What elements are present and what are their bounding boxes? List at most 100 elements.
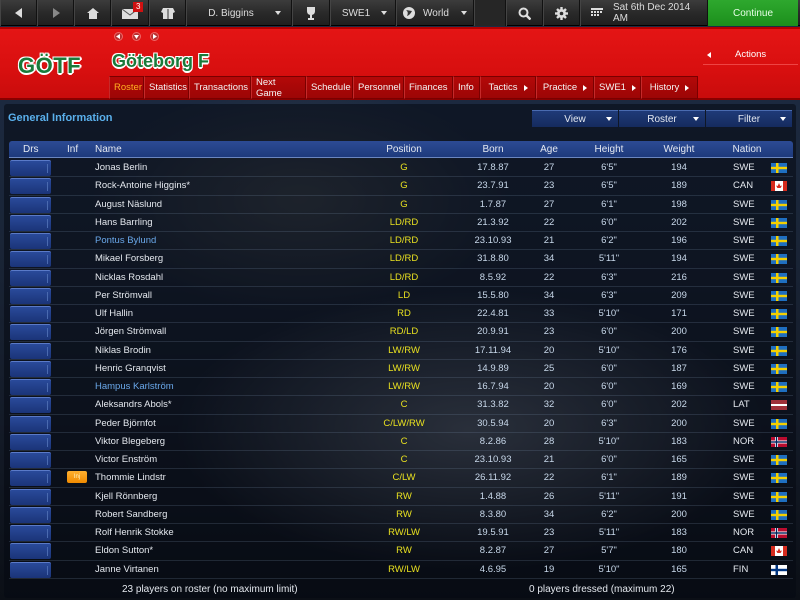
player-name[interactable]: Mikael Forsberg xyxy=(95,253,163,264)
tab-personnel[interactable]: Personnel xyxy=(353,76,404,99)
table-row[interactable]: Eldon Sutton* RW 8.2.87 27 5'7" 180 CAN xyxy=(9,542,793,561)
player-name[interactable]: Aleksandrs Abols* xyxy=(95,399,172,410)
roster-dropdown[interactable]: Roster xyxy=(619,110,705,127)
table-row[interactable]: Mikael Forsberg LD/RD 31.8.80 34 5'11" 1… xyxy=(9,250,793,269)
table-row[interactable]: Hampus Karlström LW/RW 16.7.94 20 6'0" 1… xyxy=(9,378,793,397)
actions-menu-button[interactable]: Actions xyxy=(703,45,798,65)
table-row[interactable]: Ulf Hallin RD 22.4.81 33 5'10" 171 SWE xyxy=(9,305,793,324)
dress-toggle-button[interactable] xyxy=(10,196,51,213)
column-header-position[interactable]: Position xyxy=(379,144,429,155)
dress-toggle-button[interactable] xyxy=(10,251,51,268)
tab-info[interactable]: Info xyxy=(453,76,480,99)
player-name[interactable]: Eldon Sutton* xyxy=(95,545,153,556)
player-name[interactable]: Hans Barrling xyxy=(95,217,153,228)
league-dropdown[interactable]: SWE1 xyxy=(330,0,396,26)
dress-toggle-button[interactable] xyxy=(10,324,51,341)
table-row[interactable]: Nicklas Rosdahl LD/RD 8.5.92 22 6'3" 216… xyxy=(9,269,793,287)
player-name[interactable]: Ulf Hallin xyxy=(95,308,133,319)
squad-button[interactable] xyxy=(149,0,186,26)
player-name[interactable]: Rock-Antoine Higgins* xyxy=(95,180,190,191)
table-row[interactable]: Victor Enström C 23.10.93 21 6'0" 165 SW… xyxy=(9,451,793,470)
dress-toggle-button[interactable] xyxy=(10,452,51,468)
settings-button[interactable] xyxy=(543,0,580,26)
home-button[interactable] xyxy=(74,0,111,26)
calendar-button[interactable]: Sat 6th Dec 2014 AM xyxy=(580,0,708,26)
player-name[interactable]: Janne Virtanen xyxy=(95,564,159,575)
player-name[interactable]: Henric Granqvist xyxy=(95,363,166,374)
dress-toggle-button[interactable] xyxy=(10,214,51,231)
dress-toggle-button[interactable] xyxy=(10,160,51,176)
tab-roster[interactable]: Roster xyxy=(109,76,144,99)
dress-toggle-button[interactable] xyxy=(10,543,51,560)
player-name[interactable]: Jonas Berlin xyxy=(95,162,147,173)
table-row[interactable]: Robert Sandberg RW 8.3.80 34 6'2" 200 SW… xyxy=(9,506,793,524)
dress-toggle-button[interactable] xyxy=(10,415,51,432)
column-header-age[interactable]: Age xyxy=(534,144,564,155)
table-row[interactable]: Viktor Blegeberg C 8.2.86 28 5'10" 183 N… xyxy=(9,433,793,451)
tab-history[interactable]: History xyxy=(641,76,698,99)
continue-button[interactable]: Continue xyxy=(708,0,798,26)
dress-toggle-button[interactable] xyxy=(10,360,51,377)
tab-schedule[interactable]: Schedule xyxy=(306,76,353,99)
player-name[interactable]: Robert Sandberg xyxy=(95,509,167,520)
player-name[interactable]: Rolf Henrik Stokke xyxy=(95,527,174,538)
dress-toggle-button[interactable] xyxy=(10,561,51,578)
dress-toggle-button[interactable] xyxy=(10,269,51,286)
inbox-button[interactable]: 3 xyxy=(111,0,149,26)
dress-toggle-button[interactable] xyxy=(10,233,51,249)
history-menu-button[interactable] xyxy=(132,32,141,41)
column-header-name[interactable]: Name xyxy=(95,144,122,155)
player-name[interactable]: Niklas Brodin xyxy=(95,345,151,356)
dress-toggle-button[interactable] xyxy=(10,342,51,359)
tab-statistics[interactable]: Statistics xyxy=(144,76,189,99)
tab-tactics[interactable]: Tactics xyxy=(480,76,536,99)
manager-dropdown[interactable]: D. Biggins xyxy=(186,0,292,26)
forward-button[interactable] xyxy=(37,0,74,26)
search-button[interactable] xyxy=(506,0,543,26)
dress-toggle-button[interactable] xyxy=(10,397,51,414)
player-name[interactable]: Kjell Rönnberg xyxy=(95,491,157,502)
table-row[interactable]: Rock-Antoine Higgins* G 23.7.91 23 6'5" … xyxy=(9,177,793,196)
view-dropdown[interactable]: View xyxy=(532,110,618,127)
competitions-button[interactable] xyxy=(292,0,330,26)
tab-practice[interactable]: Practice xyxy=(536,76,594,99)
table-row[interactable]: Per Strömvall LD 15.5.80 34 6'3" 209 SWE xyxy=(9,287,793,305)
player-name[interactable]: Hampus Karlström xyxy=(95,381,174,392)
table-row[interactable]: Peder Björnfot C/LW/RW 30.5.94 20 6'3" 2… xyxy=(9,415,793,433)
table-row[interactable]: Thommie Lindstr C/LW 26.11.92 22 6'1" 18… xyxy=(9,469,793,488)
tab-next-game[interactable]: Next Game xyxy=(251,76,306,99)
world-dropdown[interactable]: World xyxy=(396,0,474,26)
column-header-nation[interactable]: Nation xyxy=(722,144,772,155)
dress-toggle-button[interactable] xyxy=(10,178,51,195)
back-button[interactable] xyxy=(0,0,37,26)
dress-toggle-button[interactable] xyxy=(10,379,51,395)
player-name[interactable]: Pontus Bylund xyxy=(95,235,156,246)
dress-toggle-button[interactable] xyxy=(10,433,51,450)
table-row[interactable]: Kjell Rönnberg RW 1.4.88 26 5'11" 191 SW… xyxy=(9,488,793,506)
dress-toggle-button[interactable] xyxy=(10,525,51,541)
table-row[interactable]: Henric Granqvist LW/RW 14.9.89 25 6'0" 1… xyxy=(9,360,793,378)
dress-toggle-button[interactable] xyxy=(10,306,51,322)
dress-toggle-button[interactable] xyxy=(10,488,51,505)
table-row[interactable]: Jonas Berlin G 17.8.87 27 6'5" 194 SWE xyxy=(9,159,793,178)
column-header-inf[interactable]: Inf xyxy=(67,144,78,155)
injury-badge[interactable]: Inj xyxy=(67,471,87,484)
player-name[interactable]: Viktor Blegeberg xyxy=(95,436,165,447)
player-name[interactable]: Peder Björnfot xyxy=(95,418,156,429)
dress-toggle-button[interactable] xyxy=(10,470,51,487)
history-forward-button[interactable] xyxy=(150,32,159,41)
column-header-drs[interactable]: Drs xyxy=(23,144,39,155)
tab-finances[interactable]: Finances xyxy=(404,76,453,99)
player-name[interactable]: Victor Enström xyxy=(95,454,157,465)
player-name[interactable]: Per Strömvall xyxy=(95,290,152,301)
column-header-born[interactable]: Born xyxy=(463,144,523,155)
player-name[interactable]: Jörgen Strömvall xyxy=(95,326,166,337)
table-row[interactable]: Pontus Bylund LD/RD 23.10.93 21 6'2" 196… xyxy=(9,232,793,251)
tab-league[interactable]: SWE1 xyxy=(594,76,641,99)
player-name[interactable]: Nicklas Rosdahl xyxy=(95,272,163,283)
column-header-weight[interactable]: Weight xyxy=(654,144,704,155)
player-name[interactable]: August Näslund xyxy=(95,199,162,210)
table-row[interactable]: Jörgen Strömvall RD/LD 20.9.91 23 6'0" 2… xyxy=(9,323,793,342)
table-row[interactable]: August Näslund G 1.7.87 27 6'1" 198 SWE xyxy=(9,196,793,214)
table-row[interactable]: Hans Barrling LD/RD 21.3.92 22 6'0" 202 … xyxy=(9,214,793,232)
